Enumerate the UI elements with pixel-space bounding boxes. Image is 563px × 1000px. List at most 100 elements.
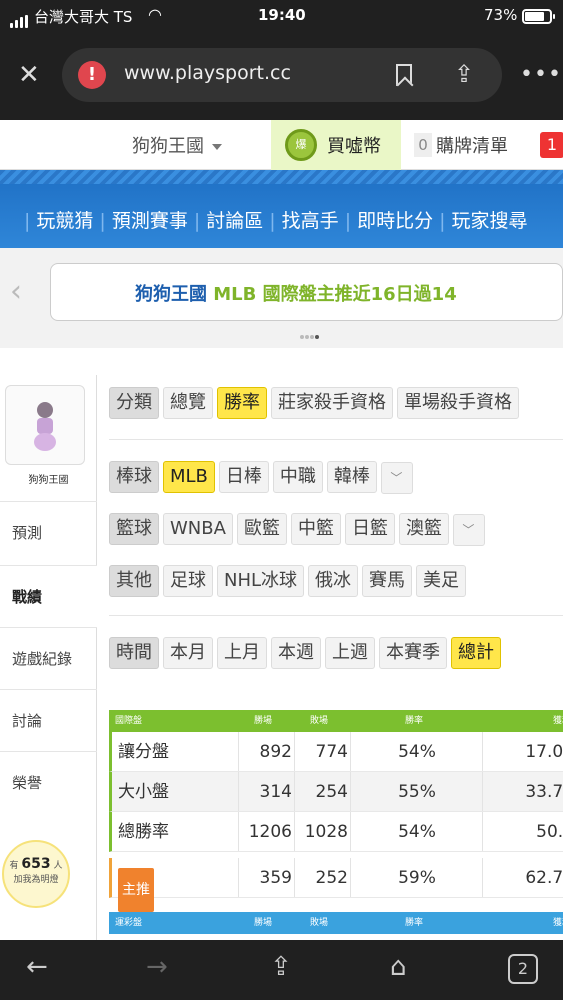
avatar[interactable] xyxy=(5,385,85,465)
losses: 1028 xyxy=(304,822,348,842)
filter-horse-racing[interactable]: 賽馬 xyxy=(362,565,413,597)
banner-user: 狗狗王國 xyxy=(135,284,207,305)
coin-icon: 爆 xyxy=(285,129,317,161)
filter-panel: 分類 總覽 勝率 莊家殺手資格 單場殺手資格 棒球 MLB 日棒 中職 韓棒 ﹀ 籃球 WNBA 歐籃… xyxy=(97,375,563,705)
address-bar[interactable]: ! www.playsport.cc ⇪ xyxy=(62,48,502,102)
buy-coin-label: 買噓幣 xyxy=(327,136,381,157)
menu-item-forum[interactable]: 討論區 xyxy=(206,210,263,232)
table-row: 讓分盤 892 774 54% 17.05 xyxy=(109,732,563,772)
sidebar-item-game-log[interactable]: 遊戲紀錄 xyxy=(0,627,97,689)
menu-item-predict[interactable]: 預測賽事 xyxy=(112,210,188,232)
filter-cpbl[interactable]: 中職 xyxy=(272,461,323,493)
menu-item-experts[interactable]: 找高手 xyxy=(282,210,339,232)
kingdom-dropdown[interactable]: 狗狗王國 xyxy=(132,132,222,158)
kingdom-label: 狗狗王國 xyxy=(132,136,204,157)
filter-bleague[interactable]: 日籃 xyxy=(344,513,395,545)
header-profit: 獲利 xyxy=(552,716,563,726)
forward-arrow-icon[interactable]: → xyxy=(146,952,168,982)
filter-mlb[interactable]: MLB xyxy=(163,461,215,493)
chevron-down-icon[interactable]: ﹀ xyxy=(380,462,413,494)
site-topnav: 狗狗王國 爆 買噓幣 0 購牌清單 1 xyxy=(0,120,563,170)
row-label: 大小盤 xyxy=(118,782,169,802)
filter-this-month[interactable]: 本月 xyxy=(163,637,213,669)
fans-suffix: 人 xyxy=(53,861,63,871)
tabs-icon[interactable]: 2 xyxy=(508,954,538,984)
filter-nfl[interactable]: 美足 xyxy=(416,565,467,597)
filter-total[interactable]: 總計 xyxy=(451,637,501,669)
close-icon[interactable]: ✕ xyxy=(18,60,40,90)
losses: 774 xyxy=(315,742,348,762)
wifi-icon: ◠ xyxy=(148,5,162,24)
fans-count: 653 xyxy=(21,856,51,872)
fans-lightbulb[interactable]: 有 653 人 加我為明燈 xyxy=(2,840,70,908)
chevron-left-icon[interactable]: ‹ xyxy=(10,274,22,309)
avatar-image xyxy=(34,402,56,451)
fans-caption: 加我為明燈 xyxy=(13,875,59,885)
filter-cba[interactable]: 中籃 xyxy=(290,513,341,545)
url-text[interactable]: www.playsport.cc xyxy=(124,62,291,84)
header-market: 運彩盤 xyxy=(115,918,143,928)
header-losses: 敗場 xyxy=(309,918,328,928)
sidebar-item-record[interactable]: 戰績 xyxy=(0,565,97,627)
header-wins: 勝場 xyxy=(253,716,272,726)
header-winrate: 勝率 xyxy=(404,716,423,726)
filter-single-killer[interactable]: 單場殺手資格 xyxy=(397,387,519,419)
filter-this-week[interactable]: 本週 xyxy=(271,637,321,669)
filter-nbl[interactable]: 澳籃 xyxy=(398,513,449,545)
share-icon[interactable]: ⇪ xyxy=(270,952,292,982)
filter-npb[interactable]: 日棒 xyxy=(218,461,269,493)
username: 狗狗王國 xyxy=(28,475,69,486)
table-row-main-pick: 主推 359 252 59% 62.75 xyxy=(109,858,563,912)
bookmark-icon[interactable] xyxy=(396,64,412,86)
status-bar: 台灣大哥大 TS ◠ 19:40 73% xyxy=(0,0,563,32)
main-menu: | 玩競猜 | 預測賽事 | 討論區 | 找高手 | 即時比分 | 玩家搜尋 xyxy=(0,170,563,248)
share-icon[interactable]: ⇪ xyxy=(454,60,474,88)
battery-icon xyxy=(522,9,555,24)
wins: 1206 xyxy=(248,822,292,842)
row-label: 總勝率 xyxy=(118,822,169,842)
notification-badge[interactable]: 1 xyxy=(540,132,563,158)
filter-this-season[interactable]: 本賽季 xyxy=(379,637,447,669)
buy-coin-button[interactable]: 爆 買噓幣 xyxy=(271,120,401,170)
menu-item-guess[interactable]: 玩競猜 xyxy=(36,210,93,232)
filter-soccer[interactable]: 足球 xyxy=(163,565,213,597)
filter-overview[interactable]: 總覽 xyxy=(163,387,213,419)
more-icon[interactable]: ••• xyxy=(520,62,562,87)
header-profit: 獲利 xyxy=(552,918,563,928)
filter-last-week[interactable]: 上週 xyxy=(325,637,375,669)
filter-nhl[interactable]: NHL冰球 xyxy=(217,565,305,597)
filter-banker-killer[interactable]: 莊家殺手資格 xyxy=(271,387,393,419)
filter-wnba[interactable]: WNBA xyxy=(163,513,233,545)
fans-prefix: 有 xyxy=(9,861,19,871)
filter-euroleague[interactable]: 歐籃 xyxy=(236,513,287,545)
menu-item-player-search[interactable]: 玩家搜尋 xyxy=(452,210,528,232)
sidebar-item-discussion[interactable]: 討論 xyxy=(0,689,97,751)
clock: 19:40 xyxy=(258,6,306,24)
sidebar-item-honor[interactable]: 榮譽 xyxy=(0,751,97,813)
profit: 33.75 xyxy=(525,782,563,802)
header-wins: 勝場 xyxy=(253,918,272,928)
filter-kbo[interactable]: 韓棒 xyxy=(326,461,377,493)
stats-table: 國際盤 勝場 敗場 勝率 獲利 讓分盤 892 774 54% 17.05 大小盤 314… xyxy=(109,710,563,934)
filter-last-month[interactable]: 上月 xyxy=(217,637,267,669)
filter-basketball-label: 籃球 xyxy=(109,513,159,545)
profile-sidebar: 狗狗王國 預測 戰績 遊戲紀錄 討論 榮譽 有 653 人 加我為明燈 xyxy=(0,375,97,940)
winrate: 54% xyxy=(398,822,436,842)
table-row: 總勝率 1206 1028 54% 50.8 xyxy=(109,812,563,852)
filter-khl[interactable]: 俄冰 xyxy=(308,565,359,597)
profit: 50.8 xyxy=(536,822,563,842)
back-arrow-icon[interactable]: ← xyxy=(26,952,48,982)
home-icon[interactable]: ⌂ xyxy=(390,952,407,982)
table-header: 國際盤 勝場 敗場 勝率 獲利 xyxy=(109,710,563,732)
headline-banner[interactable]: 狗狗王國 MLB 國際盤主推近16日過14 xyxy=(50,263,563,321)
wins: 359 xyxy=(259,868,292,888)
menu-item-live-score[interactable]: 即時比分 xyxy=(357,210,433,232)
wins: 892 xyxy=(259,742,292,762)
warning-icon[interactable]: ! xyxy=(78,61,106,89)
sidebar-item-predict[interactable]: 預測 xyxy=(0,501,97,563)
chevron-down-icon[interactable]: ﹀ xyxy=(452,514,485,546)
filter-category-label: 分類 xyxy=(109,387,159,419)
cart-link[interactable]: 購牌清單 xyxy=(436,132,508,158)
filter-winrate[interactable]: 勝率 xyxy=(217,387,267,419)
losses: 254 xyxy=(315,782,348,802)
